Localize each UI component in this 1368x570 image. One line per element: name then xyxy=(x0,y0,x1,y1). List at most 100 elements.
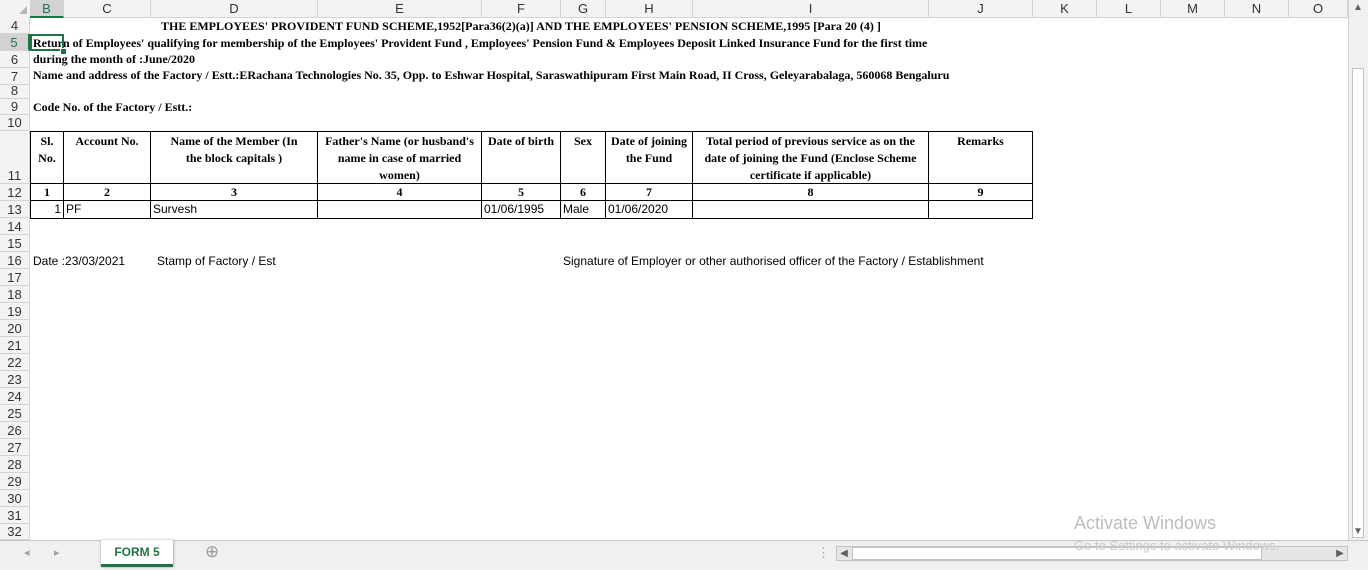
tab-split-handle-icon[interactable]: ⋮ xyxy=(817,545,830,561)
row-header-16[interactable]: 16 xyxy=(0,252,30,269)
header-dob-label: Date of birth xyxy=(488,134,554,148)
active-cell-b5[interactable] xyxy=(30,34,64,51)
column-header-f[interactable]: F xyxy=(482,0,561,17)
return-description: Return of Employees' qualifying for memb… xyxy=(33,36,928,50)
cell-previous-service[interactable] xyxy=(693,201,929,219)
row-header-27[interactable]: 27 xyxy=(0,439,30,456)
column-number-9[interactable]: 9 xyxy=(929,184,1033,201)
header-remarks-label: Remarks xyxy=(957,134,1004,148)
column-number-7[interactable]: 7 xyxy=(606,184,693,201)
cell-date-of-joining[interactable]: 01/06/2020 xyxy=(606,201,693,219)
row-header-32[interactable]: 32 xyxy=(0,524,30,540)
footer-signature: Signature of Employer or other authorise… xyxy=(563,254,984,268)
column-header-o[interactable]: O xyxy=(1289,0,1348,17)
header-doj-line1: Date of joining xyxy=(611,134,687,148)
column-header-i[interactable]: I xyxy=(693,0,929,17)
column-number-3[interactable]: 3 xyxy=(151,184,318,201)
column-header-e[interactable]: E xyxy=(318,0,482,17)
row-header-6[interactable]: 6 xyxy=(0,51,30,68)
row-header-29[interactable]: 29 xyxy=(0,473,30,490)
column-number-8[interactable]: 8 xyxy=(693,184,929,201)
cell-remarks[interactable] xyxy=(929,201,1033,219)
form-title: THE EMPLOYEES' PROVIDENT FUND SCHEME,195… xyxy=(161,19,881,33)
column-header-l[interactable]: L xyxy=(1097,0,1161,17)
activate-windows-subtitle: Go to Settings to activate Windows. xyxy=(1074,538,1280,553)
row-header-30[interactable]: 30 xyxy=(0,490,30,507)
row-header-22[interactable]: 22 xyxy=(0,354,30,371)
column-header-n[interactable]: N xyxy=(1225,0,1289,17)
fill-handle[interactable] xyxy=(60,48,67,55)
scroll-up-icon[interactable]: ▲ xyxy=(1352,2,1364,13)
prev-sheet-icon[interactable]: ◂ xyxy=(24,546,30,559)
row-header-28[interactable]: 28 xyxy=(0,456,30,473)
select-all-corner[interactable] xyxy=(0,0,31,17)
row-header-20[interactable]: 20 xyxy=(0,320,30,337)
row-header-13[interactable]: 13 xyxy=(0,201,30,218)
scroll-left-icon[interactable]: ◀ xyxy=(838,548,850,559)
column-header-g[interactable]: G xyxy=(561,0,606,17)
row-header-24[interactable]: 24 xyxy=(0,388,30,405)
cell-account-no[interactable]: PF xyxy=(64,201,151,219)
column-number-4[interactable]: 4 xyxy=(318,184,482,201)
next-sheet-icon[interactable]: ▸ xyxy=(54,546,60,559)
row-header-18[interactable]: 18 xyxy=(0,286,30,303)
column-number-6[interactable]: 6 xyxy=(561,184,606,201)
row-header-9[interactable]: 9 xyxy=(0,99,30,115)
row-header-4[interactable]: 4 xyxy=(0,17,30,34)
header-remarks: Remarks xyxy=(929,132,1033,184)
header-date-of-joining: Date of joining the Fund xyxy=(606,132,693,184)
row-header-15[interactable]: 15 xyxy=(0,235,30,252)
cell-sex[interactable]: Male xyxy=(561,201,606,219)
header-sl-line2: No. xyxy=(38,151,56,165)
sheet-tab-form5[interactable]: FORM 5 xyxy=(101,540,173,567)
row-header-17[interactable]: 17 xyxy=(0,269,30,286)
header-father-line3: women) xyxy=(379,168,420,182)
row-header-31[interactable]: 31 xyxy=(0,507,30,524)
column-header-c[interactable]: C xyxy=(64,0,151,17)
cell-father-name[interactable] xyxy=(318,201,482,219)
activate-windows-title: Activate Windows xyxy=(1074,513,1217,533)
column-number-1[interactable]: 1 xyxy=(31,184,64,201)
row-header-11[interactable]: 11 xyxy=(0,131,30,184)
header-prev-line1: Total period of previous service as on t… xyxy=(706,134,915,148)
column-header-j[interactable]: J xyxy=(929,0,1033,17)
row-header-23[interactable]: 23 xyxy=(0,371,30,388)
row-header-10[interactable]: 10 xyxy=(0,115,30,131)
cell-member-name[interactable]: Survesh xyxy=(151,201,318,219)
row-header-26[interactable]: 26 xyxy=(0,422,30,439)
column-header-b[interactable]: B xyxy=(30,0,64,18)
header-sl-no: Sl. No. xyxy=(31,132,64,184)
column-header-k[interactable]: K xyxy=(1033,0,1097,17)
column-header-d[interactable]: D xyxy=(151,0,318,17)
month-line: during the month of :June/2020 xyxy=(33,52,196,66)
factory-address: Name and address of the Factory / Estt.:… xyxy=(33,68,950,82)
header-prev-line2: date of joining the Fund (Enclose Scheme xyxy=(704,151,917,165)
row-header-5[interactable]: 5 xyxy=(0,34,30,51)
header-father-name: Father's Name (or husband's name in case… xyxy=(318,132,482,184)
cell-date-of-birth[interactable]: 01/06/1995 xyxy=(482,201,561,219)
scroll-right-icon[interactable]: ▶ xyxy=(1334,548,1346,559)
row-header-12[interactable]: 12 xyxy=(0,184,30,201)
header-member-name: Name of the Member (In the block capital… xyxy=(151,132,318,184)
scroll-down-icon[interactable]: ▼ xyxy=(1352,526,1364,537)
row-header-25[interactable]: 25 xyxy=(0,405,30,422)
footer-stamp: Stamp of Factory / Est xyxy=(157,254,276,268)
header-father-line2: name in case of married xyxy=(337,151,462,165)
column-header-h[interactable]: H xyxy=(606,0,693,17)
vertical-scroll-thumb[interactable] xyxy=(1352,68,1364,538)
header-sex: Sex xyxy=(561,132,606,184)
factory-code: Code No. of the Factory / Estt.: xyxy=(33,100,193,114)
select-all-triangle-icon xyxy=(19,6,27,14)
header-sex-label: Sex xyxy=(574,134,592,148)
header-sl-line1: Sl. xyxy=(40,134,54,148)
column-number-5[interactable]: 5 xyxy=(482,184,561,201)
row-header-8[interactable]: 8 xyxy=(0,83,30,99)
column-number-2[interactable]: 2 xyxy=(64,184,151,201)
row-header-21[interactable]: 21 xyxy=(0,337,30,354)
row-header-14[interactable]: 14 xyxy=(0,218,30,235)
cell-sl-no[interactable]: 1 xyxy=(31,201,64,219)
add-sheet-icon[interactable]: ⊕ xyxy=(205,542,219,562)
row-header-19[interactable]: 19 xyxy=(0,303,30,320)
column-header-m[interactable]: M xyxy=(1161,0,1225,17)
header-date-of-birth: Date of birth xyxy=(482,132,561,184)
